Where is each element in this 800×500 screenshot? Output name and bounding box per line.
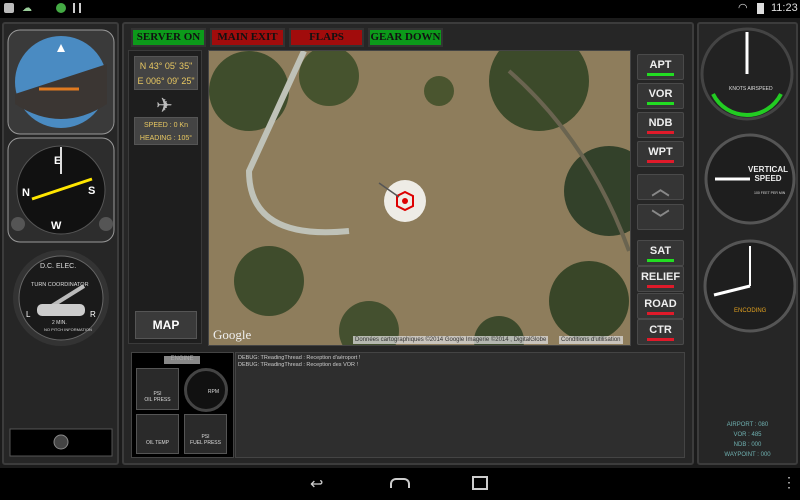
oil-temp-gauge: OIL TEMP [136,414,179,454]
barcode-icon [73,3,81,13]
info-column: N 43° 05' 35" E 006° 09' 25" ✈ SPEED : 0… [128,50,202,344]
engine-title: ENGINE [164,356,200,364]
battery-icon [757,3,764,14]
oil-temp-label: OIL TEMP [145,440,170,446]
database-stats: AIRPORT : 080 VOR : 485 NDB : 000 WAYPOI… [699,420,796,460]
svg-text:R: R [90,310,96,319]
flaps-button[interactable]: FLAPS [289,28,364,47]
chevron-up-icon: ︿ [651,179,670,199]
navigation-bar: ↩ ⋮ [0,468,800,500]
wifi-icon: ◠ [738,2,748,14]
vor-count: VOR : 485 [733,432,762,438]
apt-label: APT [649,59,672,71]
notification-icon [4,3,14,13]
speed-heading-box: SPEED : 0 Kn HEADING : 105° [134,117,198,145]
google-logo: Google [213,327,252,342]
oil-press-label: OIL PRESS [144,397,171,403]
vsi-label: VERTICAL SPEED [748,165,788,183]
apt-indicator [647,73,674,76]
clock: 11:23 [771,2,798,14]
zoom-in-button[interactable]: ︿ [637,174,684,200]
main-exit-button[interactable]: MAIN EXIT [210,28,285,47]
wpt-button[interactable]: WPT [637,141,684,167]
vsi-units: 100 FEET PER MIN [754,191,786,195]
relief-indicator [647,285,674,288]
wpt-indicator [647,160,674,163]
fuel-press-label: FUEL PRESS [190,440,221,446]
airspeed-indicator: KNOTS AIRSPEED [700,27,794,121]
svg-text:W: W [51,220,62,232]
road-label: ROAD [644,298,677,310]
mini-gauge-icon [53,434,69,450]
recent-apps-button[interactable] [472,476,488,490]
hsi-compass: E S W N [7,137,115,243]
debug-line: DEBUG: TReadingThread : Reception d'aéro… [238,355,361,361]
engine-panel: ENGINE PSI OIL PRESS RPM OIL TEMP PSI FUEL… [131,352,234,458]
back-button[interactable]: ↩ [310,474,323,494]
debug-console: DEBUG: TReadingThread : Reception d'aéro… [235,352,685,458]
map-attribution: Données cartographiques ©2014 Google Ima… [353,336,549,344]
status-bar: ☁ ◠ 11:23 [0,0,800,18]
oil-press-gauge: PSI OIL PRESS [136,368,179,410]
map-button[interactable]: MAP [135,311,197,339]
altimeter: ENCODING [703,239,797,333]
ctr-label: CTR [649,324,672,336]
badge-icon [56,3,66,13]
overflow-menu-icon[interactable]: ⋮ [782,474,796,491]
latitude: N 43° 05' 35" [139,61,193,71]
debug-line: DEBUG: TReadingThread : Reception des VO… [238,362,359,368]
chevron-down-icon: ﹀ [651,209,670,229]
fuel-press-gauge: PSI FUEL PRESS [184,414,227,454]
svg-text:N: N [22,187,30,199]
right-instruments: KNOTS AIRSPEED 100 FEET PER MIN ENCODING [700,27,797,333]
waypoint-count: WAYPOINT : 000 [724,452,771,458]
relief-button[interactable]: RELIEF [637,266,684,292]
turn-coordinator: D.C. ELEC. TURN COORDINATOR LR 2 MIN. NO… [13,250,109,346]
airspeed-label: KNOTS AIRSPEED [729,86,773,92]
server-on-button[interactable]: SERVER ON [131,28,206,47]
sat-indicator [647,259,674,262]
ndb-button[interactable]: NDB [637,112,684,138]
sat-button[interactable]: SAT [637,240,684,266]
android-icon: ☁ [22,3,32,14]
ctr-button[interactable]: CTR [637,319,684,345]
apt-button[interactable]: APT [637,54,684,80]
left-instrument-panel: E S W N D.C. ELEC. TURN COORDINATOR LR 2… [2,22,119,465]
attitude-indicator [7,29,115,135]
road-button[interactable]: ROAD [637,293,684,319]
dc-elec-label: D.C. ELEC. [40,263,76,270]
ndb-count: NDB : 000 [733,442,762,448]
airplane-icon: ✈ [156,95,173,117]
two-min-label: 2 MIN. [52,320,67,326]
zoom-out-button[interactable]: ﹀ [637,204,684,230]
vor-label: VOR [648,88,673,100]
map-imagery [209,51,630,345]
svg-text:L: L [26,310,31,319]
airport-count: AIRPORT : 080 [726,422,769,428]
sat-label: SAT [649,245,672,257]
svg-text:S: S [88,185,95,197]
home-button[interactable] [390,478,410,488]
gear-down-button[interactable]: GEAR DOWN [368,28,443,47]
heading: HEADING : 105° [139,135,193,142]
ndb-indicator [647,131,674,134]
road-indicator [647,312,674,315]
rpm-gauge: RPM [184,368,228,412]
no-pitch-label: NO PITCH INFORMATION [44,327,92,332]
left-instruments: E S W N D.C. ELEC. TURN COORDINATOR LR 2… [7,29,115,457]
wpt-label: WPT [648,146,673,158]
ndb-label: NDB [648,117,673,129]
right-instrument-panel: KNOTS AIRSPEED 100 FEET PER MIN ENCODING… [697,22,798,465]
vor-indicator [647,102,674,105]
coordinates-box: N 43° 05' 35" E 006° 09' 25" [134,56,198,90]
speed: SPEED : 0 Kn [144,122,188,129]
encoding-label: ENCODING [734,308,767,314]
vor-button[interactable]: VOR [637,83,684,109]
relief-label: RELIEF [640,271,681,283]
ctr-indicator [647,338,674,341]
terms-link[interactable]: Conditions d'utilisation [559,336,623,344]
rpm-label: RPM [207,389,219,395]
satellite-map[interactable]: Google Données cartographiques ©2014 Goo… [208,50,631,346]
longitude: E 006° 09' 25" [137,76,195,86]
